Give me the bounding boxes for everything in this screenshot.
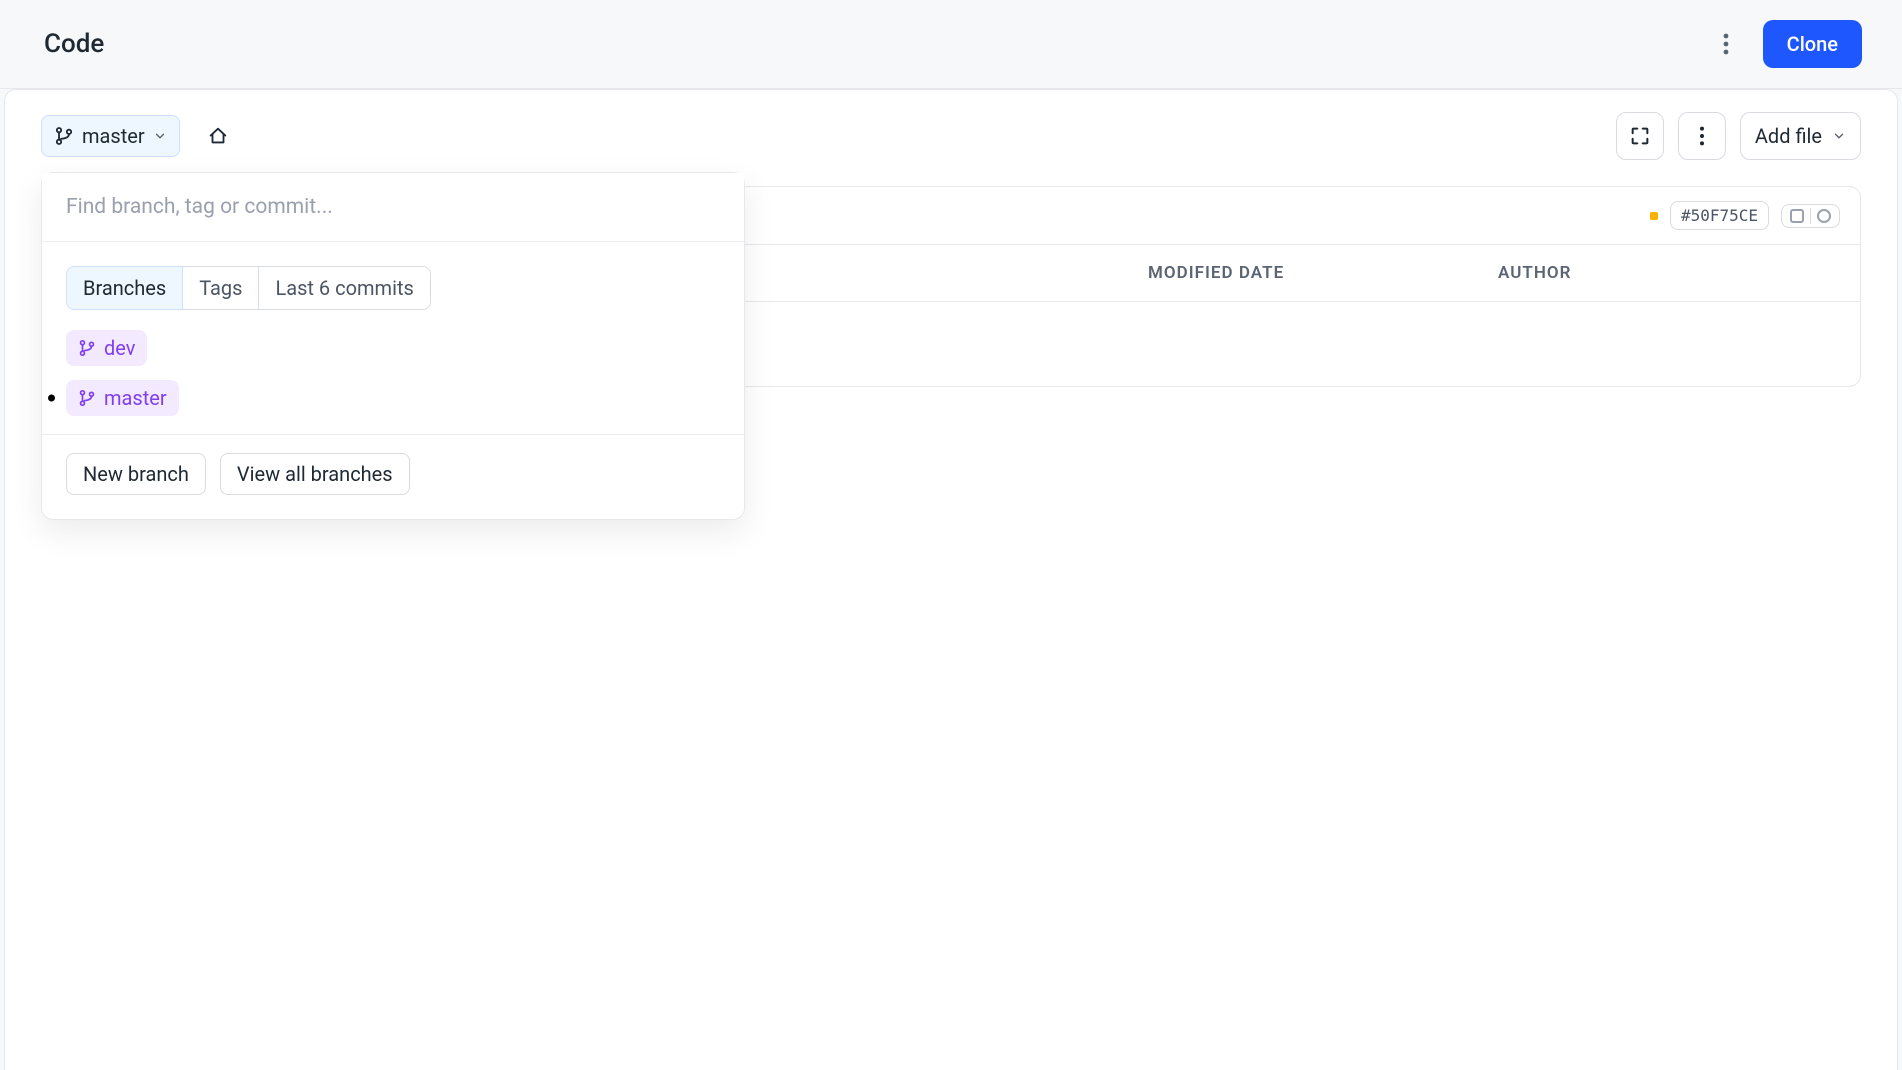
chevron-down-icon bbox=[1832, 129, 1846, 143]
page-title: Code bbox=[44, 29, 104, 59]
branch-name: master bbox=[104, 386, 167, 410]
col-modified: MODIFIED DATE bbox=[1148, 263, 1498, 283]
branch-row: master bbox=[66, 380, 720, 416]
chevron-down-icon bbox=[153, 129, 167, 143]
seg-tags[interactable]: Tags bbox=[182, 266, 259, 310]
branch-dropdown: Branches Tags Last 6 commits dev master N… bbox=[41, 172, 745, 520]
branch-chip[interactable]: master bbox=[66, 380, 179, 416]
commit-hash-pill[interactable]: #50F75CE bbox=[1670, 201, 1769, 230]
fullscreen-button[interactable] bbox=[1616, 112, 1664, 160]
add-file-button[interactable]: Add file bbox=[1740, 112, 1861, 160]
branch-name: dev bbox=[104, 336, 135, 360]
branch-icon bbox=[78, 389, 96, 407]
branch-row: dev bbox=[66, 330, 720, 366]
clone-button[interactable]: Clone bbox=[1763, 20, 1862, 68]
diff-toggle-button[interactable] bbox=[1781, 204, 1840, 228]
fullscreen-icon bbox=[1629, 125, 1651, 147]
more-vertical-icon bbox=[1699, 125, 1705, 147]
ref-type-segmented: Branches Tags Last 6 commits bbox=[66, 266, 431, 310]
current-branch-dot bbox=[48, 395, 55, 402]
repo-root-button[interactable] bbox=[200, 118, 236, 154]
header-more-button[interactable] bbox=[1705, 23, 1747, 65]
divider bbox=[1810, 208, 1811, 224]
build-status-dot bbox=[1650, 212, 1658, 220]
more-vertical-icon bbox=[1723, 32, 1729, 56]
seg-branches[interactable]: Branches bbox=[66, 266, 183, 310]
branch-selector-label: master bbox=[82, 124, 145, 148]
diff-square-icon bbox=[1790, 209, 1804, 223]
add-file-label: Add file bbox=[1755, 124, 1822, 148]
branch-icon bbox=[78, 339, 96, 357]
toolbar-more-button[interactable] bbox=[1678, 112, 1726, 160]
diff-circle-icon bbox=[1817, 209, 1831, 223]
branch-search-input[interactable] bbox=[42, 173, 744, 242]
branch-chip[interactable]: dev bbox=[66, 330, 147, 366]
home-icon bbox=[207, 125, 229, 147]
view-all-branches-button[interactable]: View all branches bbox=[220, 453, 410, 495]
branch-selector-button[interactable]: master bbox=[41, 115, 180, 157]
col-author: AUTHOR bbox=[1498, 263, 1838, 283]
new-branch-button[interactable]: New branch bbox=[66, 453, 206, 495]
branch-icon bbox=[54, 126, 74, 146]
seg-last-commits[interactable]: Last 6 commits bbox=[258, 266, 430, 310]
